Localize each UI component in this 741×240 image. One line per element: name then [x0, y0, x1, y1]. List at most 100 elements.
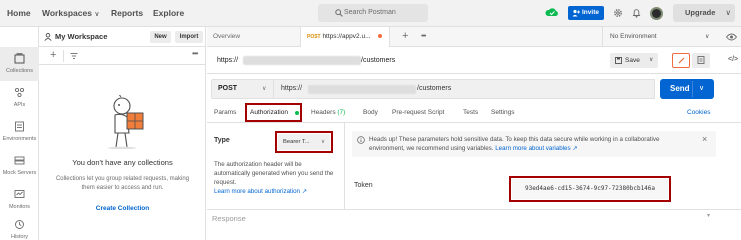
sync-status-icon[interactable]: [545, 7, 559, 19]
upgrade-button[interactable]: Upgrade ∨: [673, 4, 735, 22]
url-prefix: https://: [281, 85, 303, 92]
response-label: Response: [212, 214, 246, 223]
close-icon[interactable]: ×: [702, 135, 707, 144]
search-input[interactable]: Search Postman: [318, 4, 428, 22]
empty-collections-illustration-icon: [108, 95, 144, 149]
url-suffix: /customers: [417, 85, 452, 92]
save-label: Save: [625, 57, 640, 64]
nav-explore[interactable]: Explore: [153, 8, 184, 18]
rail-item-collections[interactable]: Collections: [0, 47, 39, 81]
gear-icon[interactable]: [613, 8, 623, 18]
tab-tests[interactable]: Tests: [463, 109, 478, 116]
more-tabs-icon[interactable]: •••: [421, 33, 426, 40]
avatar[interactable]: [650, 7, 663, 20]
workspace-toolbar: + •••: [39, 47, 206, 65]
tab-request[interactable]: POST https://appv2.u...: [300, 27, 390, 47]
response-pane[interactable]: Response ▾: [207, 209, 741, 227]
add-user-icon: [572, 9, 580, 17]
documentation-button[interactable]: [692, 53, 710, 68]
info-icon: [357, 136, 365, 144]
tab-params[interactable]: Params: [214, 109, 236, 116]
learn-more-variables-link[interactable]: Learn more about variables ↗: [495, 145, 577, 152]
user-icon: [44, 33, 52, 41]
rail-label: Mock Servers: [2, 170, 37, 176]
tab-headers[interactable]: Headers (7): [311, 109, 345, 116]
method-select[interactable]: POST ∨: [211, 79, 274, 99]
workspace-title: My Workspace: [55, 32, 108, 41]
rail-label: Collections: [6, 68, 33, 74]
send-label: Send: [670, 84, 690, 93]
request-title-suffix: /customers: [361, 57, 396, 64]
add-icon[interactable]: +: [50, 49, 56, 61]
invite-label: Invite: [582, 9, 599, 16]
chevron-down-icon[interactable]: ∨: [699, 79, 704, 99]
request-title-bar: https:// /customers: [207, 47, 741, 74]
rail-item-history[interactable]: History: [0, 213, 39, 240]
collections-icon: [14, 53, 25, 64]
sensitive-data-notice: Heads up! These parameters hold sensitiv…: [352, 131, 716, 157]
rail-item-environments[interactable]: Environments: [0, 115, 39, 149]
create-collection-link[interactable]: Create Collection: [39, 205, 206, 212]
nav-workspaces[interactable]: Workspaces ∨: [42, 8, 99, 18]
divider: [692, 81, 693, 97]
tab-label: Overview: [213, 33, 241, 40]
more-icon[interactable]: •••: [192, 49, 198, 58]
tab-body[interactable]: Body: [363, 109, 378, 116]
environment-label: No Environment: [610, 33, 657, 40]
bell-icon[interactable]: [632, 8, 641, 18]
token-label: Token: [354, 182, 373, 189]
tab-method: POST: [307, 34, 321, 40]
rail-item-apis[interactable]: APIs: [0, 81, 39, 115]
search-placeholder: Search Postman: [344, 9, 396, 16]
nav-home[interactable]: Home: [7, 8, 31, 18]
rail-label: Environments: [2, 136, 37, 142]
tab-label: Headers: [311, 109, 336, 116]
filter-icon: [70, 53, 78, 59]
url-input[interactable]: https:// /customers: [274, 79, 655, 99]
monitors-icon: [14, 190, 25, 198]
save-button[interactable]: Save ∨: [610, 53, 658, 68]
cookies-link[interactable]: Cookies: [687, 109, 710, 116]
new-tab-icon[interactable]: +: [402, 30, 408, 42]
upgrade-label: Upgrade: [685, 8, 716, 17]
empty-state-description: Collections let you group related reques…: [55, 176, 190, 191]
left-rail: Collections APIs Environments Mock Serve…: [0, 27, 39, 240]
send-button[interactable]: Send ∨: [660, 79, 714, 99]
nav-reports[interactable]: Reports: [111, 8, 143, 18]
tab-settings[interactable]: Settings: [491, 109, 515, 116]
redacted-host: [243, 56, 361, 65]
rail-item-monitors[interactable]: Monitors: [0, 183, 39, 217]
invite-button[interactable]: Invite: [568, 6, 604, 20]
learn-more-authorization-link[interactable]: Learn more about authorization ↗: [214, 188, 307, 195]
tab-label: https://appv2.u...: [322, 33, 371, 40]
highlight-auth-type: [275, 131, 333, 153]
history-icon: [15, 220, 24, 229]
document-icon: [697, 56, 705, 64]
top-bar: Home Workspaces ∨ Reports Explore Search…: [0, 0, 741, 27]
environment-select[interactable]: No Environment ∨: [602, 27, 718, 47]
new-button[interactable]: New: [150, 31, 171, 43]
request-tabs: Overview POST https://appv2.u... + ••• N…: [207, 27, 741, 47]
caret-down-icon[interactable]: ▾: [707, 207, 710, 225]
rail-label: APIs: [13, 102, 26, 108]
tab-overview[interactable]: Overview: [207, 27, 300, 47]
filter-input[interactable]: [63, 50, 183, 62]
eye-icon[interactable]: [726, 33, 737, 41]
method-label: POST: [218, 85, 238, 92]
chevron-down-icon: ∨: [262, 86, 267, 92]
tab-prerequest-script[interactable]: Pre-request Script: [392, 109, 444, 116]
rail-label: Monitors: [8, 204, 31, 210]
rail-item-mock-servers[interactable]: Mock Servers: [0, 149, 39, 183]
pencil-icon: [678, 57, 685, 64]
mock-servers-icon: [14, 156, 25, 165]
chevron-down-icon: ∨: [725, 8, 732, 17]
import-button[interactable]: Import: [175, 31, 203, 43]
rail-label: History: [10, 234, 29, 240]
headers-count: (7): [337, 109, 346, 116]
auth-type-label: Type: [214, 137, 230, 144]
code-icon[interactable]: </>: [728, 56, 738, 63]
save-icon: [615, 57, 622, 64]
chevron-down-icon: ∨: [705, 34, 710, 40]
edit-button[interactable]: [672, 53, 690, 68]
unsaved-dot-icon: [378, 34, 383, 39]
